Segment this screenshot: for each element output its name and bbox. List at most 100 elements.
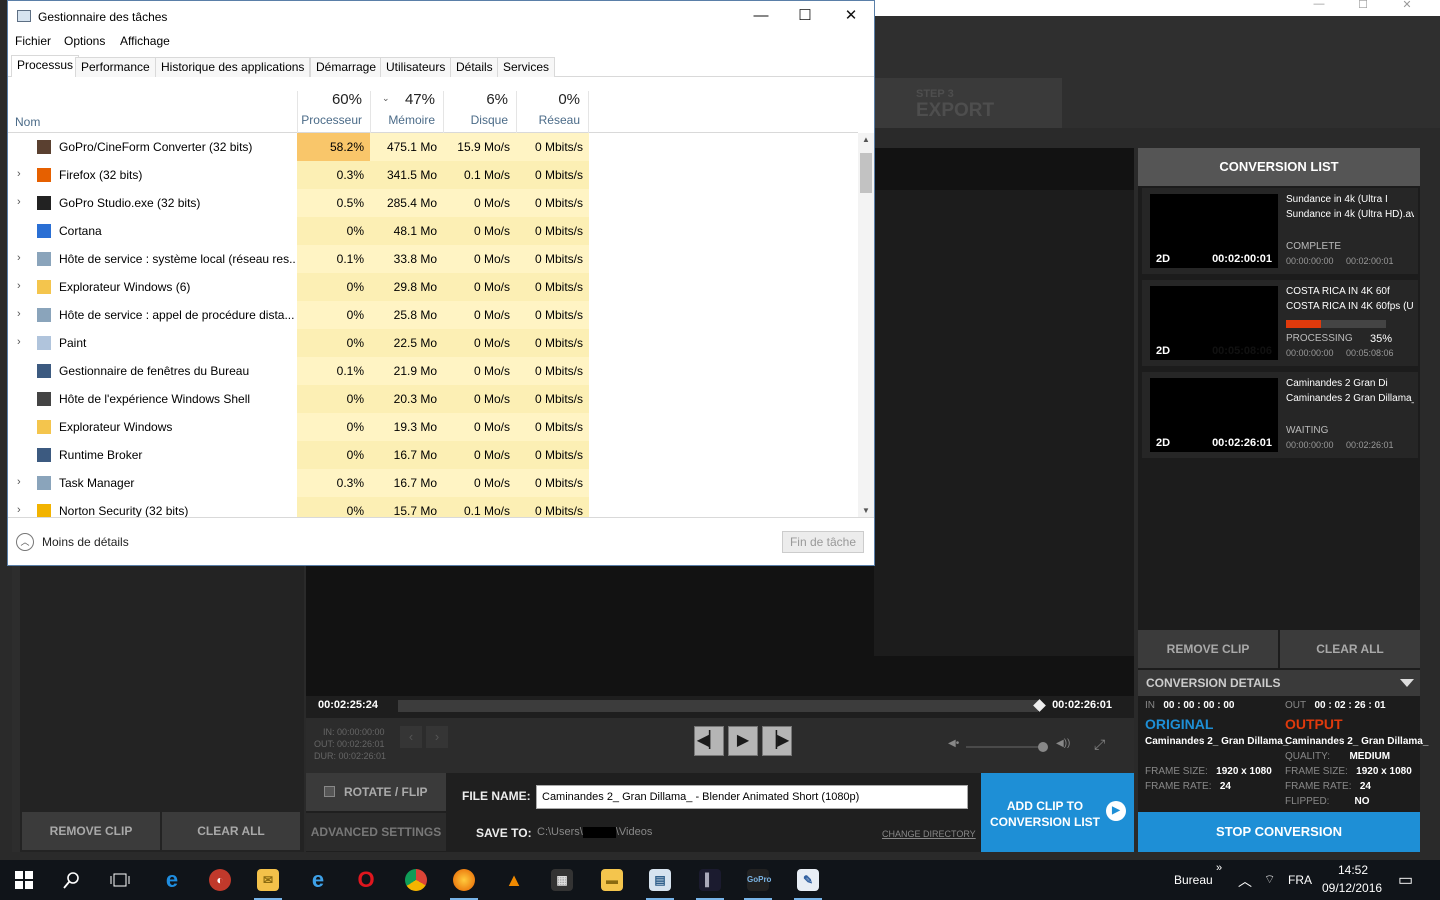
expand-chevron-icon[interactable]: › (17, 168, 21, 180)
step-forward-icon[interactable]: ▕▶ (762, 726, 792, 756)
expand-chevron-icon[interactable]: › (17, 196, 21, 208)
process-row[interactable]: GoPro/CineForm Converter (32 bits) 58.2% 4… (8, 133, 858, 161)
process-row[interactable]: Cortana 0% 48.1 Mo 0 Mo/s 0 Mbits/s (8, 217, 858, 245)
advanced-settings-button[interactable]: ADVANCED SETTINGS (306, 813, 446, 851)
menu-fichier[interactable]: Fichier (15, 34, 51, 48)
maximize-icon[interactable]: ☐ (785, 5, 825, 27)
close-icon[interactable]: ✕ (1392, 0, 1422, 14)
prev-mark-icon[interactable]: ‹ (400, 726, 422, 748)
app-icon[interactable]: ◐ (202, 866, 238, 894)
step-back-icon[interactable]: ◀▏ (694, 726, 724, 756)
clock-date[interactable]: 09/12/2016 (1322, 881, 1382, 900)
file-explorer-icon[interactable]: ▬ (594, 866, 630, 894)
vlc-icon[interactable]: ▲ (496, 866, 532, 894)
tab-services[interactable]: Services (497, 57, 556, 77)
gopro-icon[interactable]: GoPro (740, 866, 776, 900)
task-manager-titlebar[interactable]: Gestionnaire des tâches — ☐ ✕ (8, 1, 874, 31)
conversion-clip[interactable]: 2D 00:02:26:01 Caminandes 2 Gran Di Cami… (1142, 372, 1418, 458)
file-name-input[interactable] (536, 785, 968, 809)
process-row[interactable]: Gestionnaire de fenêtres du Bureau 0.1% 21… (8, 357, 858, 385)
expand-chevron-icon[interactable]: › (17, 476, 21, 488)
clear-all-button[interactable]: CLEAR ALL (1280, 630, 1420, 668)
conversion-clip[interactable]: 2D 00:02:00:01 Sundance in 4k (Ultra I S… (1142, 188, 1418, 274)
menu-affichage[interactable]: Affichage (120, 34, 170, 48)
timeline-scrubber[interactable]: 00:02:25:24 00:02:26:01 (306, 696, 1134, 718)
task-view-icon[interactable] (102, 866, 138, 894)
process-row[interactable]: › Hôte de service : appel de procédure di… (8, 301, 858, 329)
column-name[interactable]: Nom (15, 115, 40, 129)
stop-conversion-button[interactable]: STOP CONVERSION (1138, 812, 1420, 852)
desktop-toolbar-label[interactable]: Bureau (1174, 873, 1213, 900)
scroll-up-icon[interactable]: ▲ (858, 135, 874, 144)
expand-chevron-icon[interactable]: › (17, 504, 21, 516)
paint-icon[interactable]: ✎ (790, 866, 826, 900)
end-task-button[interactable]: Fin de tâche (782, 531, 864, 553)
scroll-down-icon[interactable]: ▼ (858, 506, 874, 515)
next-mark-icon[interactable]: › (426, 726, 448, 748)
task-manager-icon[interactable]: ▤ (642, 866, 678, 900)
play-icon[interactable]: ▶ (728, 726, 758, 756)
notification-icon[interactable]: ▭ (1398, 870, 1413, 900)
change-directory-link[interactable]: CHANGE DIRECTORY (882, 829, 976, 839)
process-scrollbar[interactable]: ▲ ▼ (858, 133, 874, 517)
tab-details[interactable]: Détails (450, 57, 499, 77)
scroll-thumb[interactable] (860, 153, 872, 193)
wifi-icon[interactable]: ⌔ (1264, 872, 1275, 900)
column-disk[interactable]: 6% Disque (443, 91, 516, 133)
volume-knob[interactable] (1038, 742, 1048, 752)
fullscreen-icon[interactable]: ⤢ (1094, 736, 1105, 753)
edge-icon[interactable]: e (154, 866, 190, 894)
chrome-icon[interactable] (398, 866, 434, 894)
minimize-icon[interactable]: — (1304, 0, 1334, 14)
process-row[interactable]: › Hôte de service : système local (réseau… (8, 245, 858, 273)
menu-options[interactable]: Options (64, 34, 105, 48)
conversion-details-header[interactable]: CONVERSION DETAILS (1138, 670, 1420, 696)
rotate-flip-toggle[interactable]: ROTATE / FLIP (306, 773, 446, 811)
column-cpu[interactable]: 60% Processeur (297, 91, 370, 133)
firefox-icon[interactable] (446, 866, 482, 900)
less-details-link[interactable]: Moins de détails (42, 535, 129, 549)
chevron-up-icon[interactable]: ︿ (1238, 871, 1252, 900)
process-row[interactable]: › Norton Security (32 bits) 0% 15.7 Mo 0.1 M… (8, 497, 858, 517)
expand-chevron-icon[interactable]: › (17, 336, 21, 348)
ie-icon[interactable]: e (300, 866, 336, 894)
expand-chevron-icon[interactable]: › (17, 280, 21, 292)
process-row[interactable]: › Task Manager 0.3% 16.7 Mo 0 Mo/s 0 Mbits/s (8, 469, 858, 497)
maximize-icon[interactable]: ☐ (1348, 0, 1378, 14)
timeline-track[interactable] (398, 700, 1038, 712)
process-row[interactable]: › Explorateur Windows (6) 0% 29.8 Mo 0 Mo/s 0… (8, 273, 858, 301)
opera-icon[interactable]: O (348, 866, 384, 894)
process-row[interactable]: › Paint 0% 22.5 Mo 0 Mo/s 0 Mbits/s (8, 329, 858, 357)
toolbar-expand-icon[interactable]: » (1216, 862, 1222, 900)
process-row[interactable]: › Firefox (32 bits) 0.3% 341.5 Mo 0.1 Mo/s 0 … (8, 161, 858, 189)
column-network[interactable]: 0% Réseau (516, 91, 589, 133)
mail-icon[interactable]: ✉ (250, 866, 286, 900)
process-row[interactable]: Explorateur Windows 0% 19.3 Mo 0 Mo/s 0 Mbit… (8, 413, 858, 441)
remove-clip-button[interactable]: REMOVE CLIP (1138, 630, 1278, 668)
start-icon[interactable] (6, 866, 42, 894)
rotate-checkbox[interactable] (324, 786, 335, 797)
language-indicator[interactable]: FRA (1288, 873, 1312, 900)
add-clip-button[interactable]: ADD CLIP TO CONVERSION LIST ▶ (981, 773, 1134, 852)
volume-slider[interactable] (966, 746, 1046, 748)
search-icon[interactable] (54, 866, 90, 894)
conversion-clip[interactable]: 2D 00:05:08:06 COSTA RICA IN 4K 60f COST… (1142, 280, 1418, 366)
expand-chevron-icon[interactable]: › (17, 252, 21, 264)
remove-clip-button[interactable]: REMOVE CLIP (22, 812, 160, 850)
app-icon[interactable]: ▍ (692, 866, 728, 900)
video-editor-icon[interactable]: ▦ (544, 866, 580, 894)
column-memory[interactable]: 47% Mémoire (370, 91, 443, 133)
expand-chevron-icon[interactable]: › (17, 308, 21, 320)
process-row[interactable]: › GoPro Studio.exe (32 bits) 0.5% 285.4 Mo 0… (8, 189, 858, 217)
tab-demarrage[interactable]: Démarrage (310, 57, 383, 77)
step-export-tab[interactable]: STEP 3 EXPORT (874, 78, 1062, 128)
tab-utilisateurs[interactable]: Utilisateurs (380, 57, 452, 77)
process-row[interactable]: Runtime Broker 0% 16.7 Mo 0 Mo/s 0 Mbits/s (8, 441, 858, 469)
chevron-up-icon[interactable]: ︿ (16, 533, 34, 551)
tab-historique[interactable]: Historique des applications (155, 57, 311, 77)
clear-all-button[interactable]: CLEAR ALL (162, 812, 300, 850)
collapse-triangle-icon[interactable] (1400, 679, 1414, 687)
tab-processus[interactable]: Processus (11, 55, 80, 77)
close-icon[interactable]: ✕ (831, 5, 871, 27)
process-row[interactable]: Hôte de l'expérience Windows Shell 0% 20.3… (8, 385, 858, 413)
